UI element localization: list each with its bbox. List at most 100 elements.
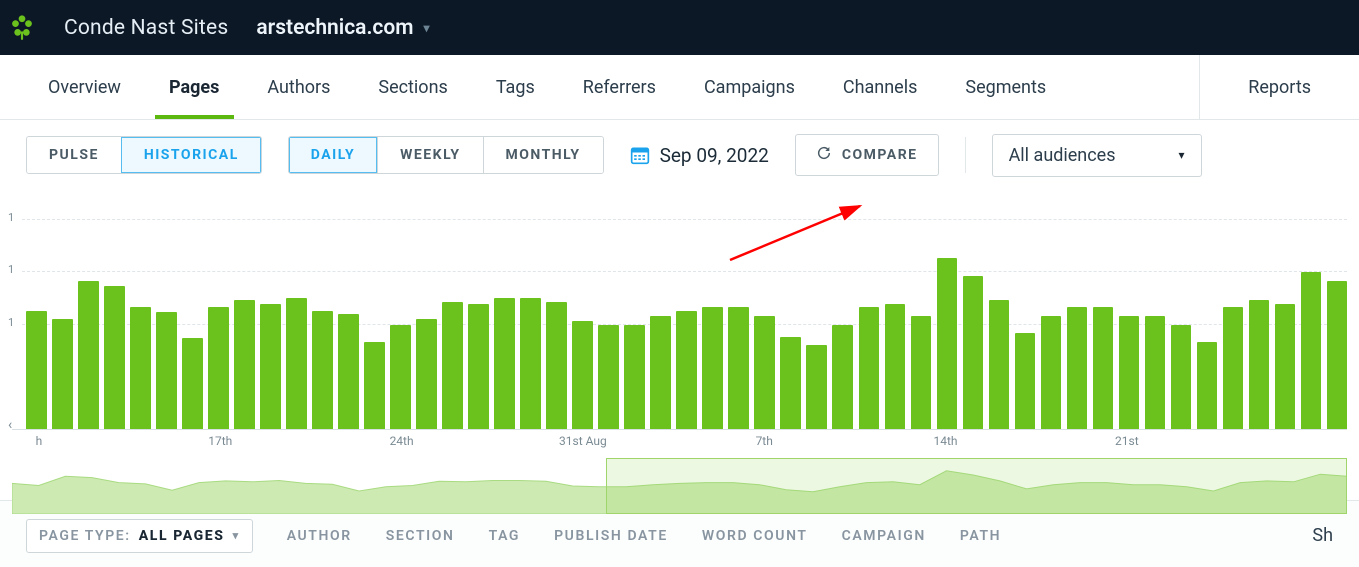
bar[interactable] (728, 307, 749, 429)
bar[interactable] (598, 325, 619, 430)
bar[interactable] (676, 311, 697, 429)
bar[interactable] (1145, 316, 1166, 429)
tab-authors[interactable]: Authors (243, 55, 354, 119)
page-type-value: ALL PAGES (139, 528, 225, 544)
bar[interactable] (130, 307, 151, 429)
tab-pages[interactable]: Pages (145, 55, 243, 119)
x-tick: 14th (934, 434, 958, 448)
bar[interactable] (312, 311, 333, 429)
bar[interactable] (208, 307, 229, 429)
y-tick: 1 (8, 211, 14, 224)
bar[interactable] (806, 345, 827, 429)
bar[interactable] (104, 286, 125, 429)
bar[interactable] (1171, 325, 1192, 430)
seg-daily[interactable]: DAILY (289, 137, 377, 173)
tab-campaigns[interactable]: Campaigns (680, 55, 819, 119)
tab-referrers[interactable]: Referrers (559, 55, 680, 119)
tab-tags[interactable]: Tags (472, 55, 559, 119)
site-selector[interactable]: arstechnica.com ▾ (256, 16, 429, 40)
bar[interactable] (78, 281, 99, 429)
bar[interactable] (1301, 272, 1322, 429)
bar[interactable] (911, 316, 932, 429)
bar[interactable] (650, 316, 671, 429)
bar[interactable] (494, 298, 515, 429)
account-link[interactable]: Conde Nast Sites (64, 16, 228, 40)
bar[interactable] (989, 300, 1010, 429)
bar[interactable] (234, 300, 255, 429)
bar[interactable] (1067, 307, 1088, 429)
tab-reports[interactable]: Reports (1199, 55, 1335, 119)
page-type-select[interactable]: PAGE TYPE: ALL PAGES ▾ (26, 519, 253, 553)
bar[interactable] (937, 258, 958, 429)
bar-chart[interactable]: 1 1 1 ‹ (12, 220, 1347, 430)
seg-pulse[interactable]: PULSE (27, 137, 121, 173)
bar[interactable] (468, 304, 489, 429)
divider (965, 137, 966, 173)
bar[interactable] (859, 307, 880, 429)
bar[interactable] (1093, 307, 1114, 429)
bar-series (26, 220, 1347, 429)
x-tick: 31st Aug (559, 434, 607, 448)
bar[interactable] (52, 319, 73, 429)
bar[interactable] (780, 337, 801, 429)
filter-section[interactable]: SECTION (386, 528, 455, 544)
filter-author[interactable]: AUTHOR (287, 528, 352, 544)
truncated-text: Sh (1312, 525, 1333, 546)
seg-monthly[interactable]: MONTHLY (483, 137, 603, 173)
page-type-label: PAGE TYPE: (39, 528, 131, 544)
date-display-text: Sep 09, 2022 (660, 144, 769, 167)
bar[interactable] (520, 298, 541, 429)
tab-overview[interactable]: Overview (24, 55, 145, 119)
bar[interactable] (1041, 316, 1062, 429)
bar[interactable] (182, 338, 203, 429)
parsely-logo-icon[interactable] (8, 14, 36, 42)
date-picker[interactable]: Sep 09, 2022 (630, 144, 769, 167)
tab-sections[interactable]: Sections (354, 55, 471, 119)
tab-segments[interactable]: Segments (941, 55, 1070, 119)
bar[interactable] (963, 276, 984, 429)
bar[interactable] (546, 302, 567, 429)
bar[interactable] (572, 321, 593, 429)
bar[interactable] (1327, 281, 1348, 429)
x-tick: h (36, 434, 43, 448)
filter-tag[interactable]: TAG (489, 528, 521, 544)
bar[interactable] (832, 325, 853, 430)
brush-selection[interactable] (606, 458, 1347, 514)
bar[interactable] (1249, 300, 1270, 429)
bar[interactable] (1119, 316, 1140, 429)
bar[interactable] (702, 307, 723, 429)
tab-channels[interactable]: Channels (819, 55, 942, 119)
bar[interactable] (364, 342, 385, 429)
bar[interactable] (156, 312, 177, 429)
timeline-brush[interactable] (12, 458, 1347, 514)
filter-word-count[interactable]: WORD COUNT (702, 528, 808, 544)
bar[interactable] (286, 298, 307, 429)
bar[interactable] (1015, 333, 1036, 429)
bar[interactable] (1275, 304, 1296, 429)
toolbar: PULSE HISTORICAL DAILY WEEKLY MONTHLY Se… (0, 120, 1359, 180)
bar[interactable] (390, 325, 411, 430)
compare-button-label: COMPARE (842, 147, 918, 163)
filter-path[interactable]: PATH (960, 528, 1001, 544)
x-tick: 17th (208, 434, 232, 448)
seg-weekly[interactable]: WEEKLY (377, 137, 482, 173)
bar[interactable] (260, 304, 281, 429)
granularity-segmented: DAILY WEEKLY MONTHLY (288, 136, 604, 174)
bar[interactable] (885, 304, 906, 429)
bar[interactable] (416, 319, 437, 429)
filter-campaign[interactable]: CAMPAIGN (842, 528, 926, 544)
compare-button[interactable]: COMPARE (795, 134, 939, 176)
bar[interactable] (1223, 307, 1244, 429)
bar[interactable] (442, 302, 463, 429)
mode-segmented: PULSE HISTORICAL (26, 136, 262, 174)
seg-historical[interactable]: HISTORICAL (121, 137, 261, 173)
audience-select[interactable]: All audiences ▾ (992, 134, 1202, 177)
bar[interactable] (1197, 342, 1218, 429)
bar[interactable] (754, 316, 775, 429)
bar[interactable] (26, 311, 47, 429)
bar[interactable] (624, 325, 645, 430)
axis-prev-icon[interactable]: ‹ (8, 417, 12, 433)
bar[interactable] (338, 314, 359, 429)
filter-publish-date[interactable]: PUBLISH DATE (554, 528, 668, 544)
main-tabs: Overview Pages Authors Sections Tags Ref… (0, 55, 1359, 120)
